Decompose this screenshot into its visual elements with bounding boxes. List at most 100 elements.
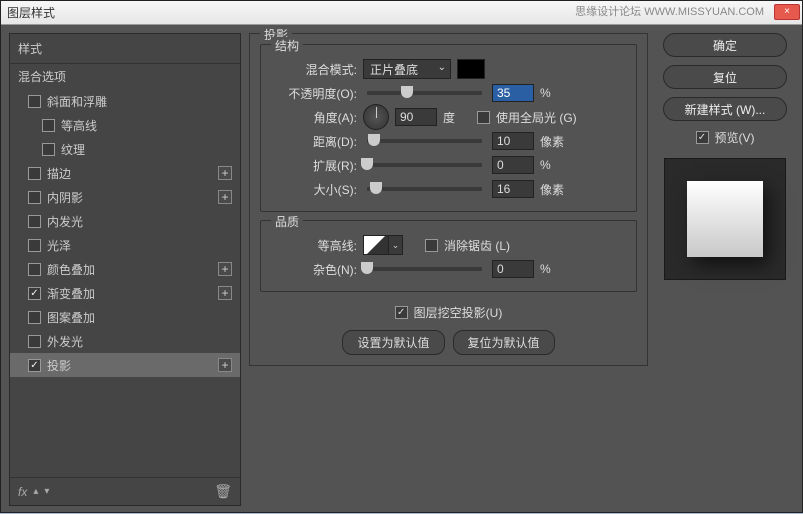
noise-unit: %	[540, 262, 568, 276]
make-default-button[interactable]: 设置为默认值	[342, 330, 444, 355]
size-unit: 像素	[540, 181, 568, 198]
fx-down-icon[interactable]: ▾	[44, 486, 49, 497]
style-item-8[interactable]: 渐变叠加+	[10, 281, 240, 305]
noise-input[interactable]: 0	[492, 260, 534, 278]
style-checkbox[interactable]	[28, 311, 41, 324]
styles-list: 斜面和浮雕等高线纹理描边+内阴影+内发光光泽颜色叠加+渐变叠加+图案叠加外发光投…	[10, 89, 240, 377]
size-slider[interactable]	[367, 187, 482, 191]
contour-dropdown-icon[interactable]: ⌄	[389, 235, 403, 255]
style-item-6[interactable]: 光泽	[10, 233, 240, 257]
main-panel: 投影 结构 混合模式: 正片叠底 不透明度(O): 35 %	[249, 33, 648, 506]
style-item-11[interactable]: 投影+	[10, 353, 240, 377]
blend-mode-row: 混合模式: 正片叠底	[271, 57, 626, 81]
ok-button[interactable]: 确定	[663, 33, 787, 57]
add-effect-icon[interactable]: +	[218, 166, 232, 180]
drop-shadow-panel: 投影 结构 混合模式: 正片叠底 不透明度(O): 35 %	[249, 33, 648, 366]
knockout-row: 图层挖空投影(U)	[260, 300, 637, 324]
opacity-label: 不透明度(O):	[271, 85, 357, 102]
shadow-color-swatch[interactable]	[457, 59, 485, 79]
style-label: 光泽	[47, 237, 71, 254]
style-item-3[interactable]: 描边 +	[10, 161, 240, 185]
style-checkbox[interactable]	[28, 335, 41, 348]
size-row: 大小(S): 16 像素	[271, 177, 626, 201]
style-item-5[interactable]: 内发光	[10, 209, 240, 233]
style-checkbox[interactable]	[28, 263, 41, 276]
style-checkbox[interactable]	[28, 95, 41, 108]
titlebar: 图层样式 思缘设计论坛 WWW.MISSYUAN.COM ×	[1, 1, 802, 25]
distance-unit: 像素	[540, 133, 568, 150]
opacity-slider[interactable]	[367, 91, 482, 95]
new-style-button[interactable]: 新建样式 (W)...	[663, 97, 787, 121]
reset-default-button[interactable]: 复位为默认值	[453, 330, 555, 355]
add-effect-icon[interactable]: +	[218, 262, 232, 276]
fx-icon[interactable]: fx	[18, 485, 27, 499]
spread-row: 扩展(R): 0 %	[271, 153, 626, 177]
angle-row: 角度(A): 90 度 使用全局光 (G)	[271, 105, 626, 129]
sidebar-footer: fx ▴ ▾ 🗑	[10, 477, 240, 505]
contour-preview-icon	[363, 235, 389, 255]
spread-input[interactable]: 0	[492, 156, 534, 174]
angle-label: 角度(A):	[271, 109, 357, 126]
style-item-9[interactable]: 图案叠加	[10, 305, 240, 329]
distance-input[interactable]: 10	[492, 132, 534, 150]
style-checkbox[interactable]	[28, 167, 41, 180]
style-label: 等高线	[61, 117, 97, 134]
styles-sidebar: 样式 混合选项 斜面和浮雕等高线纹理描边+内阴影+内发光光泽颜色叠加+渐变叠加+…	[9, 33, 241, 506]
knockout-label: 图层挖空投影(U)	[414, 304, 503, 321]
contour-picker[interactable]: ⌄	[363, 235, 403, 255]
style-item-4[interactable]: 内阴影+	[10, 185, 240, 209]
style-item-2[interactable]: 纹理	[10, 137, 240, 161]
quality-group: 品质 等高线: ⌄ 消除锯齿 (L) 杂色(N):	[260, 220, 637, 292]
style-label: 纹理	[61, 141, 85, 158]
fx-up-icon[interactable]: ▴	[33, 486, 38, 497]
style-item-0[interactable]: 斜面和浮雕	[10, 89, 240, 113]
layer-style-dialog: 图层样式 思缘设计论坛 WWW.MISSYUAN.COM × 样式 混合选项 斜…	[0, 0, 803, 513]
antialias-label: 消除锯齿 (L)	[444, 237, 510, 254]
blend-options-row[interactable]: 混合选项	[10, 63, 240, 89]
opacity-row: 不透明度(O): 35 %	[271, 81, 626, 105]
style-checkbox[interactable]	[28, 239, 41, 252]
blend-mode-select[interactable]: 正片叠底	[363, 59, 451, 79]
quality-title: 品质	[271, 213, 303, 230]
cancel-button[interactable]: 复位	[663, 65, 787, 89]
spread-unit: %	[540, 158, 568, 172]
structure-group: 结构 混合模式: 正片叠底 不透明度(O): 35 % 角度(A):	[260, 44, 637, 212]
blend-label: 混合模式:	[271, 61, 357, 78]
close-button[interactable]: ×	[774, 4, 800, 20]
preview-box	[664, 158, 786, 280]
add-effect-icon[interactable]: +	[218, 190, 232, 204]
style-checkbox[interactable]	[42, 143, 55, 156]
style-checkbox[interactable]	[28, 215, 41, 228]
antialias-checkbox[interactable]	[425, 239, 438, 252]
style-label: 描边	[47, 165, 71, 182]
style-checkbox[interactable]	[28, 287, 41, 300]
angle-input[interactable]: 90	[395, 108, 437, 126]
sidebar-header: 样式	[10, 34, 240, 63]
size-label: 大小(S):	[271, 181, 357, 198]
style-label: 图案叠加	[47, 309, 95, 326]
style-checkbox[interactable]	[28, 191, 41, 204]
spread-slider[interactable]	[367, 163, 482, 167]
add-effect-icon[interactable]: +	[218, 286, 232, 300]
size-input[interactable]: 16	[492, 180, 534, 198]
trash-icon[interactable]: 🗑	[214, 483, 232, 500]
global-light-checkbox[interactable]	[477, 111, 490, 124]
style-item-7[interactable]: 颜色叠加+	[10, 257, 240, 281]
style-item-1[interactable]: 等高线	[10, 113, 240, 137]
style-checkbox[interactable]	[42, 119, 55, 132]
dialog-body: 样式 混合选项 斜面和浮雕等高线纹理描边+内阴影+内发光光泽颜色叠加+渐变叠加+…	[1, 25, 802, 514]
distance-label: 距离(D):	[271, 133, 357, 150]
preview-checkbox[interactable]	[696, 131, 709, 144]
noise-row: 杂色(N): 0 %	[271, 257, 626, 281]
knockout-checkbox[interactable]	[395, 306, 408, 319]
style-item-10[interactable]: 外发光	[10, 329, 240, 353]
angle-dial[interactable]	[363, 104, 389, 130]
add-effect-icon[interactable]: +	[218, 358, 232, 372]
contour-label: 等高线:	[271, 237, 357, 254]
opacity-input[interactable]: 35	[492, 84, 534, 102]
preview-row: 预览(V)	[696, 129, 755, 146]
noise-slider[interactable]	[367, 267, 482, 271]
distance-slider[interactable]	[367, 139, 482, 143]
style-checkbox[interactable]	[28, 359, 41, 372]
preview-swatch	[687, 181, 763, 257]
